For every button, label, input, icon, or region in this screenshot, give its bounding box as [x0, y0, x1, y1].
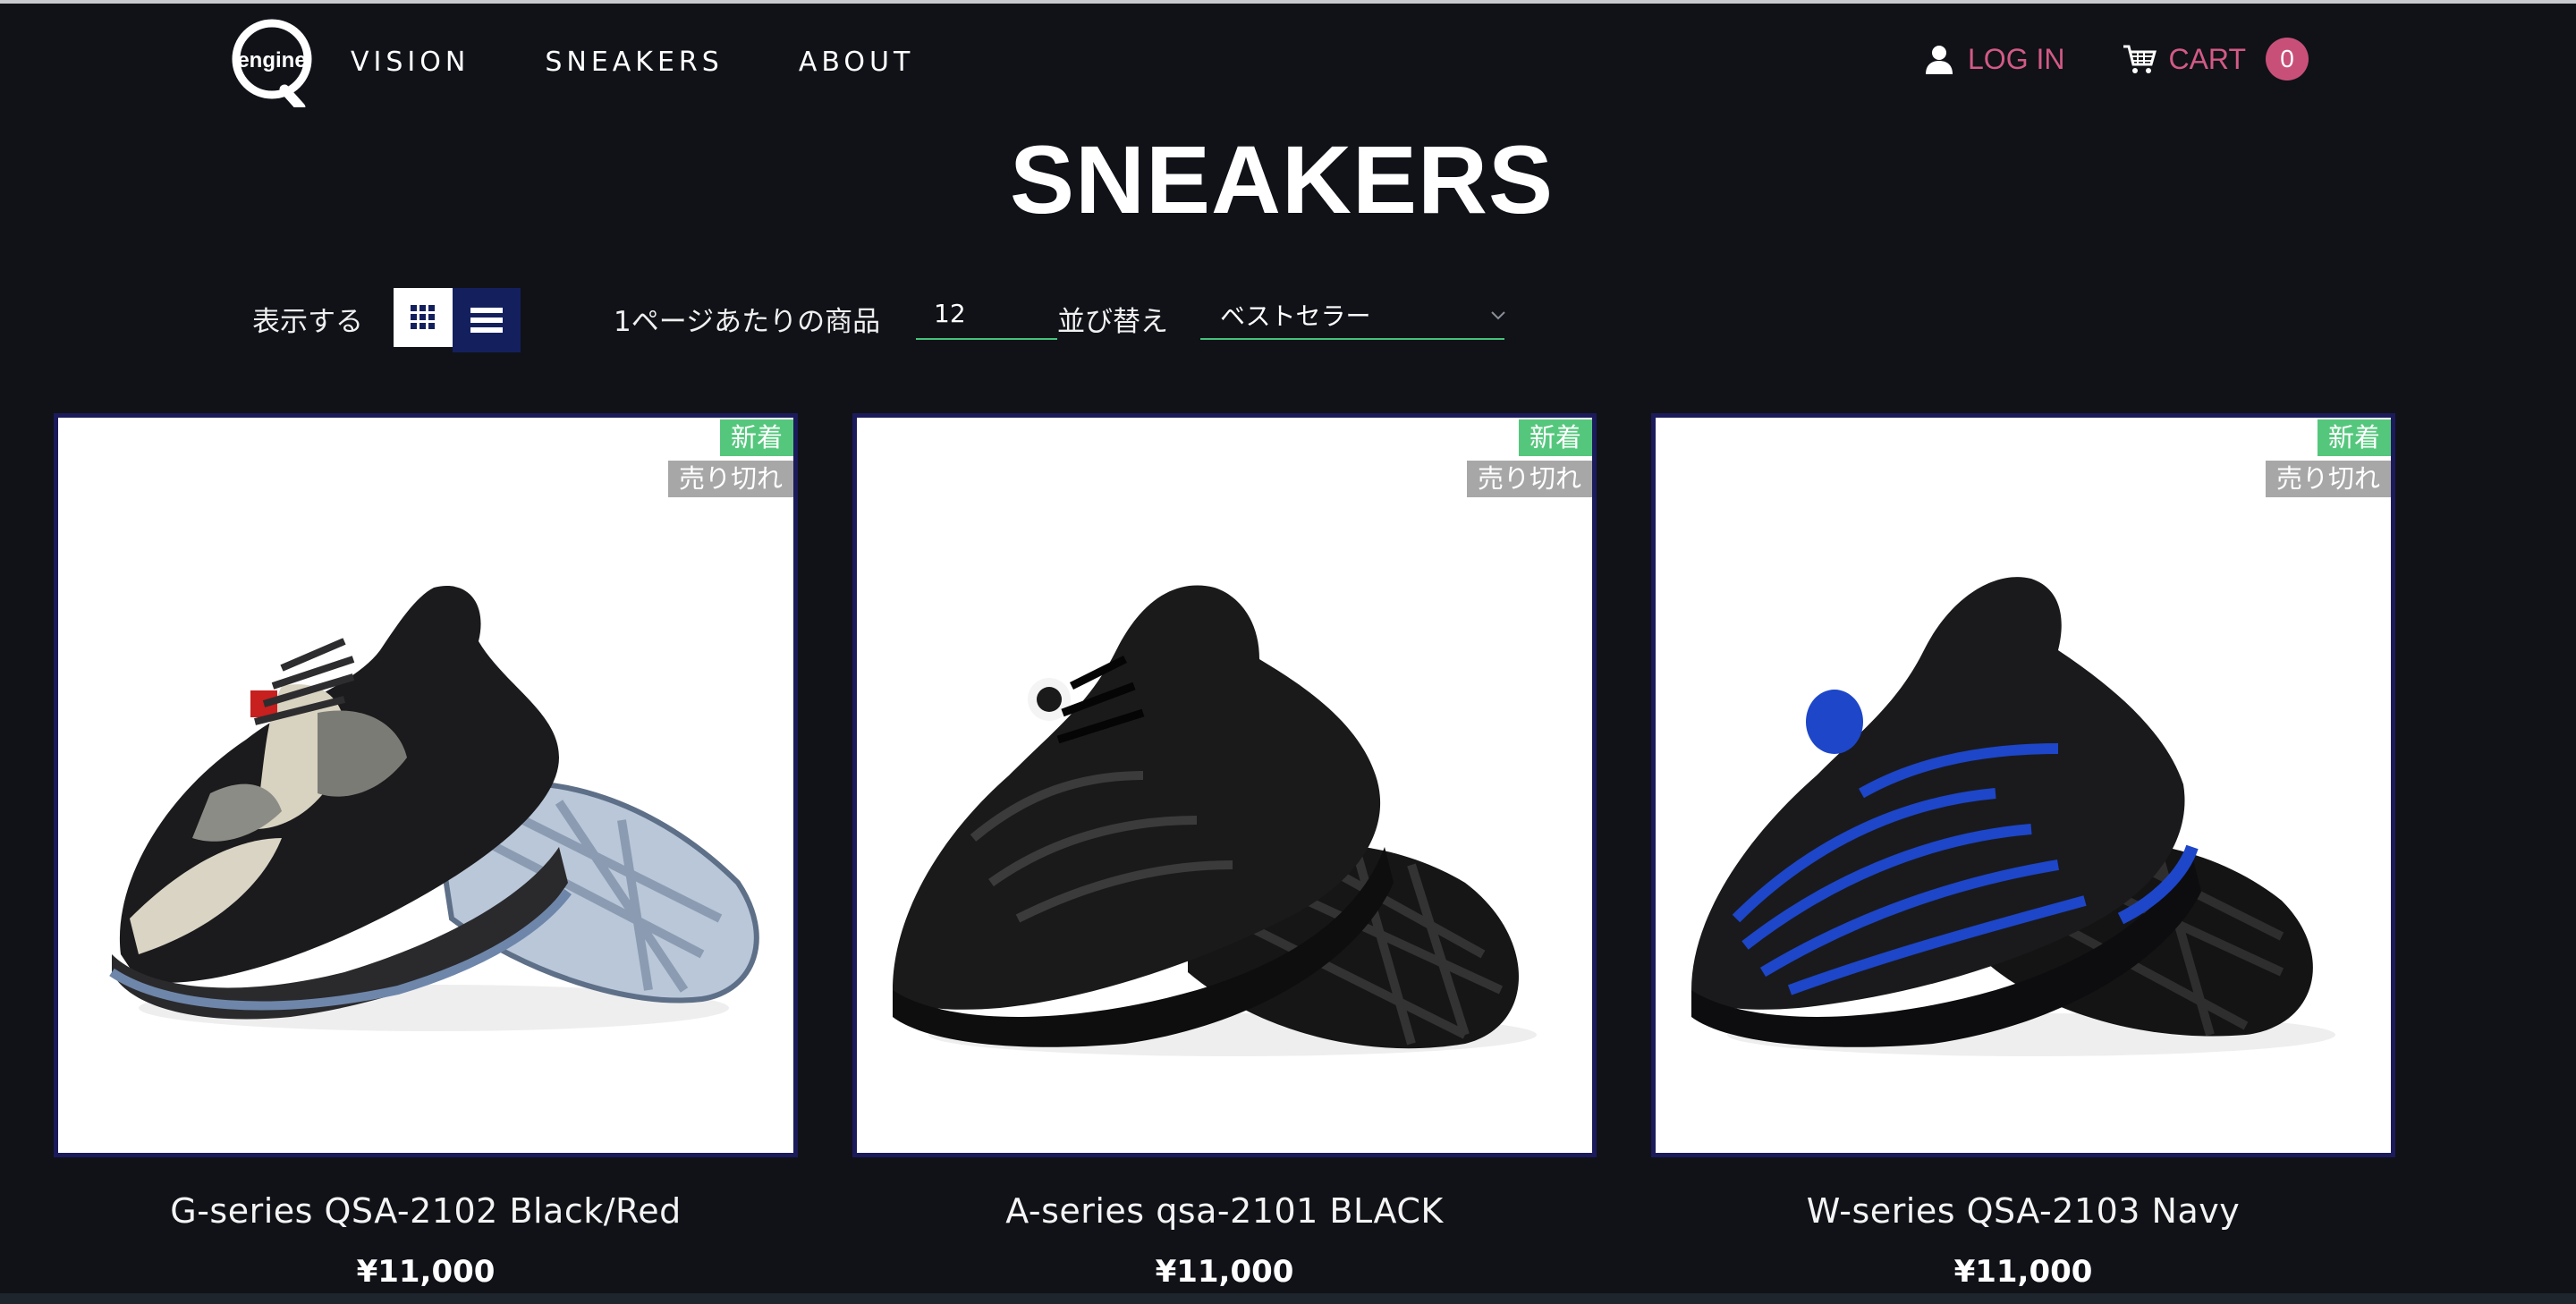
product-price: ¥11,000 [1155, 1254, 1294, 1290]
sold-out-badge: 売り切れ [1466, 461, 1592, 497]
per-page-select[interactable]: 12 [916, 288, 1057, 340]
engine-logo[interactable]: engine [229, 18, 318, 107]
list-view-button[interactable] [453, 288, 521, 352]
login-label: LOG IN [1968, 42, 2065, 75]
top-border [0, 0, 2576, 4]
sold-out-badge: 売り切れ [2265, 461, 2391, 497]
nav-sneakers[interactable]: SNEAKERS [545, 47, 723, 78]
per-page-label: 1ページあたりの商品 [614, 306, 881, 338]
cart-label: CART [2168, 42, 2246, 75]
new-badge: 新着 [1518, 419, 1592, 456]
cart-count-badge: 0 [2266, 38, 2309, 80]
product-price: ¥11,000 [356, 1254, 496, 1290]
grid-view-button[interactable] [394, 288, 453, 347]
product-image[interactable]: 新着 売り切れ [54, 413, 798, 1157]
bottom-border [0, 1293, 2576, 1304]
login-link[interactable]: LOG IN [1923, 43, 2064, 76]
product-name[interactable]: G-series QSA-2102 Black/Red [54, 1191, 798, 1231]
sort-select[interactable]: ベストセラー [1200, 288, 1505, 340]
user-icon [1926, 46, 1953, 74]
product-name[interactable]: A-series qsa-2101 BLACK [852, 1191, 1597, 1231]
product-name[interactable]: W-series QSA-2103 Navy [1651, 1191, 2395, 1231]
new-badge: 新着 [719, 419, 793, 456]
new-badge: 新着 [2317, 419, 2391, 456]
sneaker-image-black-red [109, 586, 759, 1031]
view-mode-label: 表示する [252, 306, 363, 338]
product-price: ¥11,000 [1953, 1254, 2093, 1290]
sold-out-badge: 売り切れ [667, 461, 793, 497]
product-card[interactable]: 新着 売り切れ W-series QSA-2103 Navy ¥11,000 [1651, 413, 2395, 1290]
list-view-icon [470, 308, 503, 333]
sneaker-image-black [893, 585, 1537, 1056]
page-title: SNEAKERS [1009, 125, 1555, 233]
cart-icon [2123, 45, 2157, 73]
product-card[interactable]: 新着 売り切れ A-series qsa-2101 BLACK ¥11,000 [852, 413, 1597, 1290]
main-nav: VISION SNEAKERS ABOUT [351, 47, 914, 78]
sort-label: 並び替え [1057, 306, 1168, 338]
sneaker-image-navy [1691, 577, 2335, 1056]
header-actions: LOG IN CART 0 [1923, 38, 2309, 80]
product-image[interactable]: 新着 売り切れ [1651, 413, 2395, 1157]
logo-text: engine [237, 48, 306, 72]
nav-vision[interactable]: VISION [351, 47, 470, 78]
chevron-down-icon [1491, 311, 1505, 320]
grid-view-icon [411, 305, 435, 329]
cart-link[interactable]: CART 0 [2122, 38, 2309, 80]
product-card[interactable]: 新着 売り切れ G-series QSA-2102 Black/Red ¥11,… [54, 413, 798, 1290]
product-image[interactable]: 新着 売り切れ [852, 413, 1597, 1157]
nav-about[interactable]: ABOUT [799, 47, 914, 78]
sort-value: ベストセラー [1220, 301, 1371, 331]
